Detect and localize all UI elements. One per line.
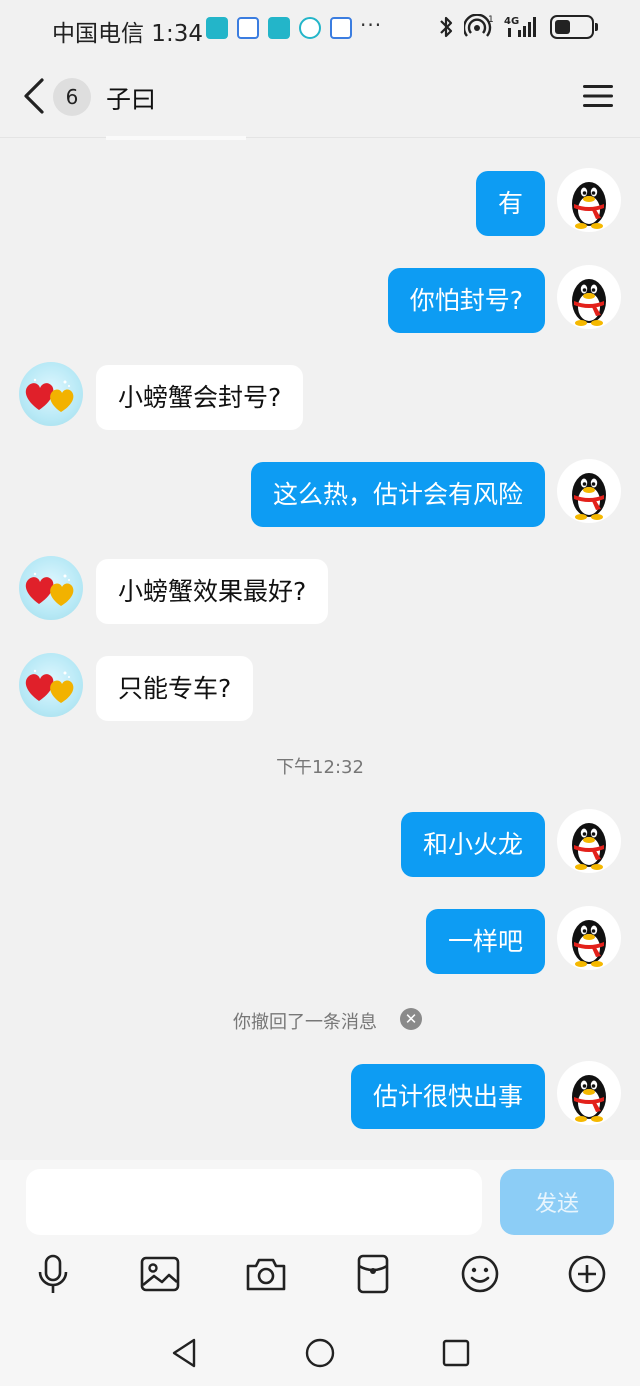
hearts-avatar [25,669,74,703]
message-bubble-outgoing[interactable]: 这么热，估计会有风险 [250,462,545,527]
qq-penguin-avatar [572,1075,606,1122]
carrier-time: 中国电信 1:34 [52,21,203,47]
system-navigation-bar [0,1320,640,1386]
hearts-avatar [25,378,74,412]
message-bubble-incoming[interactable]: 小螃蟹会封号? [96,365,304,430]
self-avatar[interactable] [557,459,621,523]
qq-penguin-avatar [572,279,606,326]
back-triangle-icon[interactable] [167,1336,201,1370]
message-bubble-outgoing[interactable]: 你怕封号? [387,268,545,333]
qq-penguin-avatar [572,182,606,229]
network-type-label: 4G [504,16,519,27]
baidu-app-icon [330,17,352,39]
message-bubble-incoming[interactable]: 小螃蟹效果最好? [96,559,329,624]
recents-square-icon[interactable] [439,1336,473,1370]
battery-icon [550,15,598,39]
contact-avatar[interactable] [19,653,83,717]
qq-penguin-avatar [572,823,606,870]
recall-notice: 你撤回了一条消息 ✕ [0,1004,640,1034]
status-bar: 中国电信 1:34 ··· 1 4G [0,0,640,58]
unread-count-badge[interactable]: 6 [53,78,91,116]
self-avatar[interactable] [557,906,621,970]
header-divider [106,136,246,140]
back-button[interactable] [18,74,52,118]
self-avatar[interactable] [557,809,621,873]
send-button[interactable]: 发送 [500,1169,614,1235]
contact-avatar[interactable] [19,556,83,620]
image-icon[interactable] [138,1252,182,1296]
huawei-app-icon [268,17,290,39]
message-bubble-incoming[interactable]: 只能专车? [96,656,254,721]
chat-header: 6 子曰 [0,58,640,138]
red-packet-icon[interactable] [351,1252,395,1296]
svg-text:1: 1 [488,15,494,25]
home-circle-icon[interactable] [303,1336,337,1370]
signal-icon: 4G [504,16,536,37]
emoji-icon[interactable] [458,1252,502,1296]
message-bubble-outgoing[interactable]: 有 [475,171,545,236]
self-avatar[interactable] [557,168,621,232]
camera-icon[interactable] [244,1252,288,1296]
plus-icon[interactable] [565,1252,609,1296]
message-input[interactable] [26,1169,482,1235]
qq-penguin-avatar [572,473,606,520]
qq-penguin-avatar [572,920,606,967]
input-area: 发送 [0,1160,640,1386]
system-icons: 1 4G [438,14,598,40]
menu-button[interactable] [582,82,614,110]
contact-avatar[interactable] [19,362,83,426]
message-bubble-outgoing[interactable]: 估计很快出事 [350,1064,545,1129]
self-avatar[interactable] [557,265,621,329]
chat-title: 子曰 [106,85,157,114]
notification-icons [206,17,352,39]
hearts-avatar [25,572,74,606]
battery-level [555,20,571,34]
recall-notice-text: 你撤回了一条消息 [233,1012,377,1033]
microphone-icon[interactable] [31,1252,75,1296]
shield-check-icon [299,17,321,39]
huawei-app-icon [206,17,228,39]
bluetooth-icon [440,16,453,38]
input-toolbar [0,1244,640,1304]
hotspot-icon: 1 [464,14,494,37]
close-icon[interactable]: ✕ [400,1008,422,1030]
baidu-app-icon [237,17,259,39]
message-bubble-outgoing[interactable]: 一样吧 [425,909,545,974]
more-notifications-icon: ··· [360,13,383,37]
self-avatar[interactable] [557,1061,621,1125]
message-timestamp: 下午12:32 [276,757,364,778]
message-bubble-outgoing[interactable]: 和小火龙 [400,812,545,877]
